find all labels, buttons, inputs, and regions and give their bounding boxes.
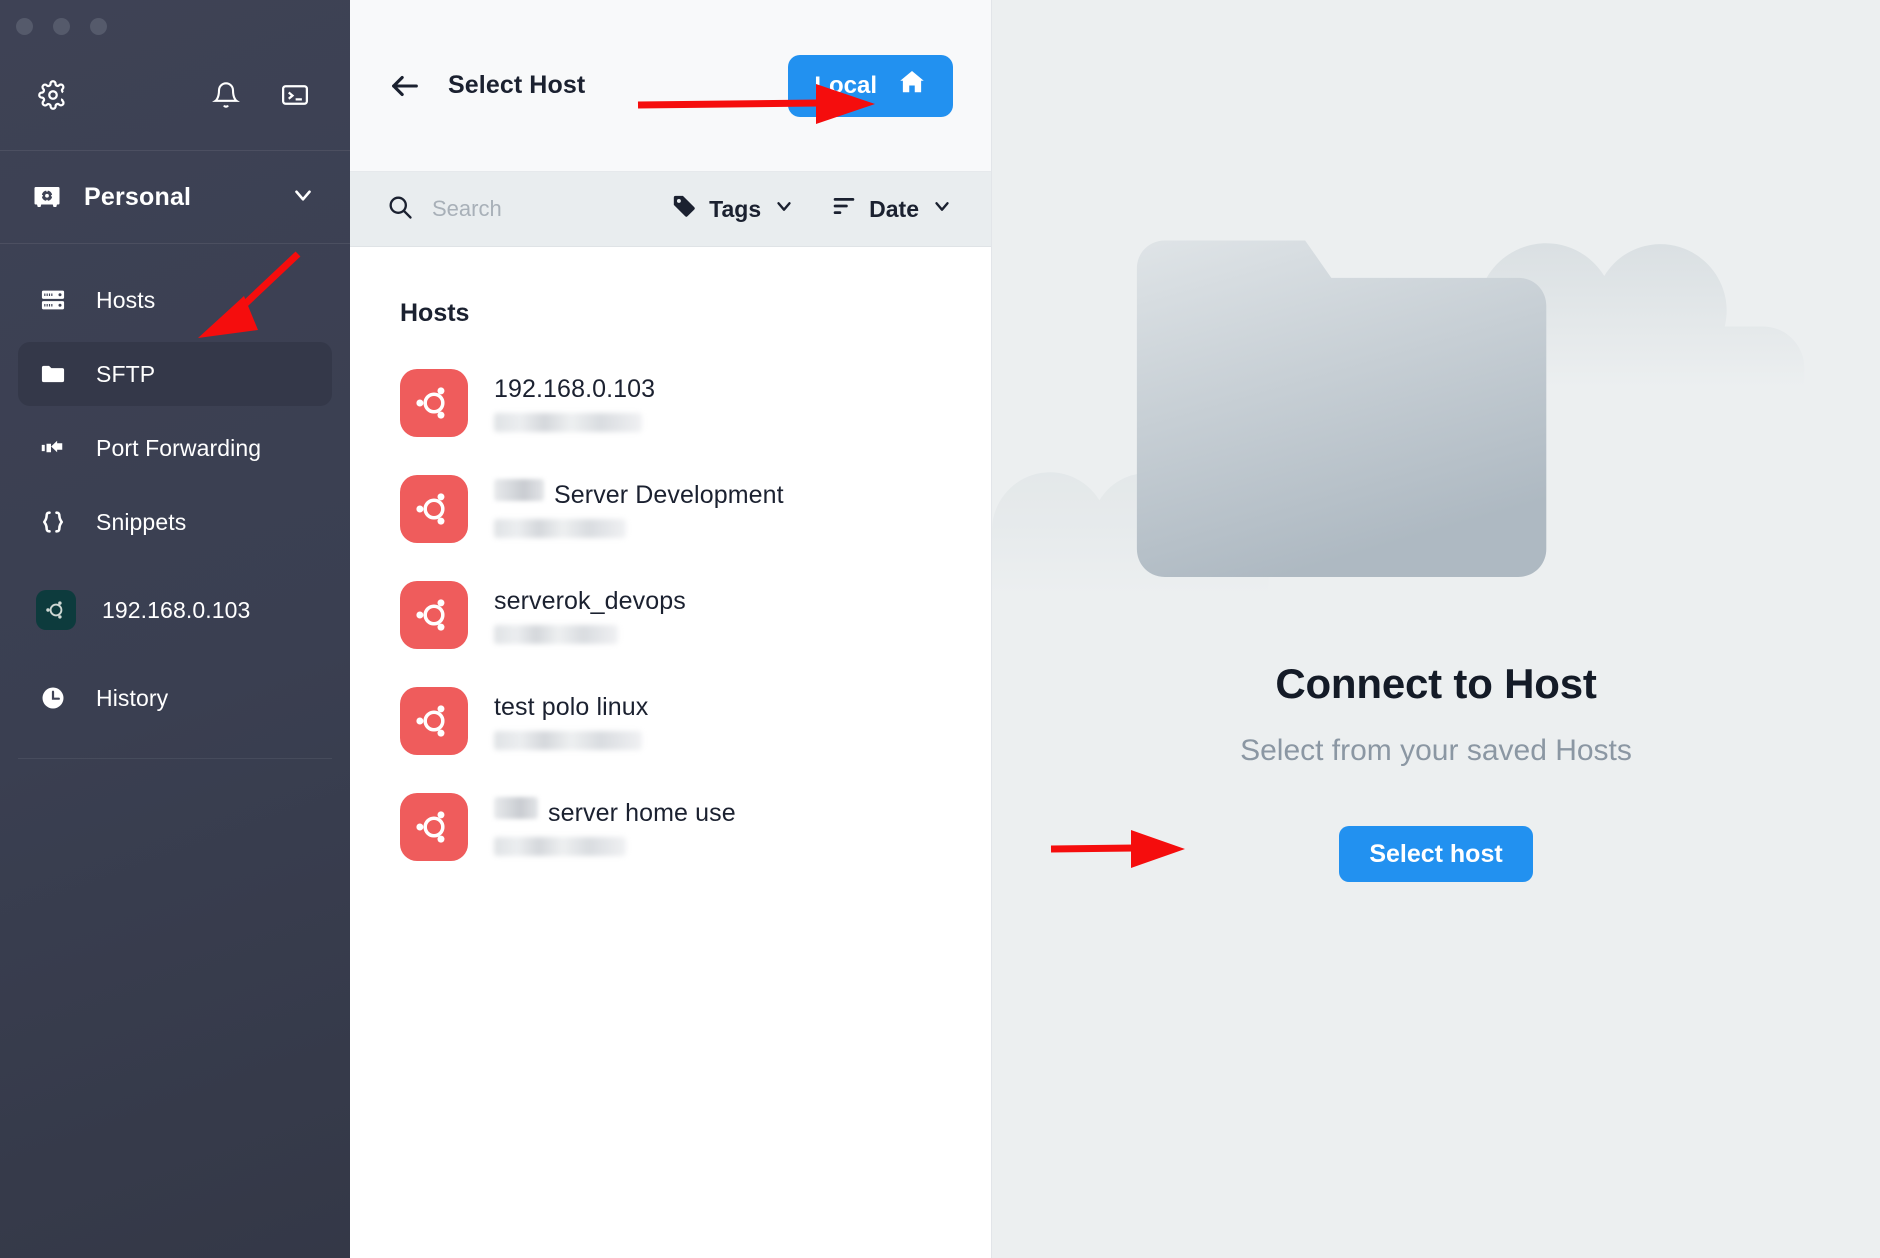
filter-bar: Tags Date [350, 172, 991, 247]
host-text: server home use [494, 796, 736, 856]
vault-name: Personal [84, 182, 192, 211]
redacted-host-subtitle [494, 730, 642, 750]
host-text: test polo linux [494, 693, 648, 750]
sidebar-item-192-168-0-103[interactable]: 192.168.0.103 [18, 578, 332, 642]
chevron-down-icon [773, 195, 795, 223]
empty-state-title: Connect to Host [1275, 660, 1597, 707]
host-name: test polo linux [494, 693, 648, 722]
home-icon [897, 67, 927, 104]
search-icon [386, 193, 414, 226]
sidebar-item-snippets[interactable]: Snippets [18, 490, 332, 554]
sidebar-item-label: SFTP [96, 360, 156, 387]
host-name: Server Development [494, 478, 784, 510]
sidebar-item-port-forwarding[interactable]: Port Forwarding [18, 416, 332, 480]
search-input[interactable] [432, 196, 636, 222]
tags-filter-label: Tags [709, 195, 762, 222]
ubuntu-icon [400, 581, 468, 649]
tag-icon [671, 193, 697, 225]
host-picker-panel: Select Host Local Search Tags Date Hosts… [350, 0, 992, 1258]
redacted-host-subtitle [494, 518, 626, 538]
redacted-host-subtitle [494, 836, 626, 856]
hosts-list: Hosts 192.168.0.103 Server Development ser… [350, 247, 991, 1258]
close-button[interactable] [16, 17, 33, 35]
empty-state-content: Connect to Host Select from your saved H… [992, 660, 1880, 882]
sidebar-divider-bottom [18, 758, 332, 759]
chevron-down-icon [931, 195, 953, 223]
folder-with-clouds-illustration [992, 240, 1805, 596]
host-list-item[interactable]: Server Development [350, 456, 991, 562]
sidebar-item-sftp[interactable]: SFTP [18, 342, 332, 406]
host-name-label: server home use [548, 798, 736, 827]
host-name-label: Server Development [554, 480, 784, 509]
host-list-item[interactable]: test polo linux [350, 668, 991, 774]
terminal-icon[interactable] [280, 80, 310, 110]
vault-icon [32, 182, 62, 212]
redacted-name-prefix [494, 796, 538, 819]
sidebar-toolbar [0, 40, 350, 150]
sidebar-item-label: History [96, 684, 169, 711]
port-forward-icon [36, 431, 70, 465]
window-traffic-lights [0, 0, 350, 40]
sidebar-item-label: 192.168.0.103 [102, 596, 251, 623]
bell-icon[interactable] [212, 81, 240, 109]
sidebar-item-label: Snippets [96, 508, 187, 535]
ubuntu-icon [400, 687, 468, 755]
host-text: 192.168.0.103 [494, 375, 655, 432]
chevron-down-icon[interactable] [290, 182, 316, 213]
date-sort-label: Date [869, 195, 919, 222]
ubuntu-icon [400, 793, 468, 861]
arrow-left-icon[interactable] [388, 69, 422, 103]
gear-icon[interactable] [38, 80, 68, 110]
redacted-host-subtitle [494, 624, 618, 644]
sidebar-nav: Hosts SFTP Port Forwarding Snippets 192.… [0, 244, 350, 759]
clock-icon [36, 681, 70, 715]
host-list-item[interactable]: serverok_devops [350, 562, 991, 668]
hosts-section-title: Hosts [400, 299, 470, 327]
host-text: Server Development [494, 478, 784, 538]
host-name-label: 192.168.0.103 [494, 374, 656, 403]
vault-selector[interactable]: Personal [0, 151, 350, 243]
maximize-button[interactable] [90, 17, 107, 35]
host-text: serverok_devops [494, 587, 686, 644]
select-host-button[interactable]: Select host [1339, 826, 1533, 882]
sidebar-item-history[interactable]: History [18, 666, 332, 730]
search-box[interactable] [386, 193, 636, 226]
tags-filter-button[interactable]: Tags [671, 193, 795, 225]
empty-state-subtitle: Select from your saved Hosts [1240, 734, 1632, 767]
host-list-item[interactable]: server home use [350, 774, 991, 880]
empty-state-panel: Connect to Host Select from your saved H… [992, 0, 1880, 1258]
redacted-host-subtitle [494, 412, 642, 432]
ubuntu-icon [36, 590, 76, 630]
server-icon [36, 283, 70, 317]
page-title: Select Host [448, 71, 586, 99]
host-name-label: test polo linux [494, 692, 649, 721]
date-sort-button[interactable]: Date [831, 193, 953, 225]
local-button-label: Local [814, 71, 877, 99]
local-button[interactable]: Local [788, 54, 953, 117]
host-name: server home use [494, 796, 736, 828]
sidebar-item-hosts[interactable]: Hosts [18, 268, 332, 332]
sidebar-item-label: Port Forwarding [96, 434, 262, 461]
host-name-label: serverok_devops [494, 586, 686, 615]
app-window: Personal Hosts SFTP Port Forwarding Snip… [0, 0, 1880, 1258]
minimize-button[interactable] [53, 17, 70, 35]
braces-icon [36, 505, 70, 539]
host-name: 192.168.0.103 [494, 375, 655, 404]
ubuntu-icon [400, 475, 468, 543]
ubuntu-icon [400, 369, 468, 437]
sort-icon [831, 193, 857, 225]
host-list-item[interactable]: 192.168.0.103 [350, 350, 991, 456]
host-name: serverok_devops [494, 587, 686, 616]
redacted-name-prefix [494, 478, 544, 501]
hosts-rows-container: 192.168.0.103 Server Development serverok_… [350, 350, 991, 880]
sidebar-item-label: Hosts [96, 286, 156, 313]
sidebar: Personal Hosts SFTP Port Forwarding Snip… [0, 0, 350, 1258]
folder-icon [36, 357, 70, 391]
panel-header: Select Host Local [350, 0, 991, 172]
